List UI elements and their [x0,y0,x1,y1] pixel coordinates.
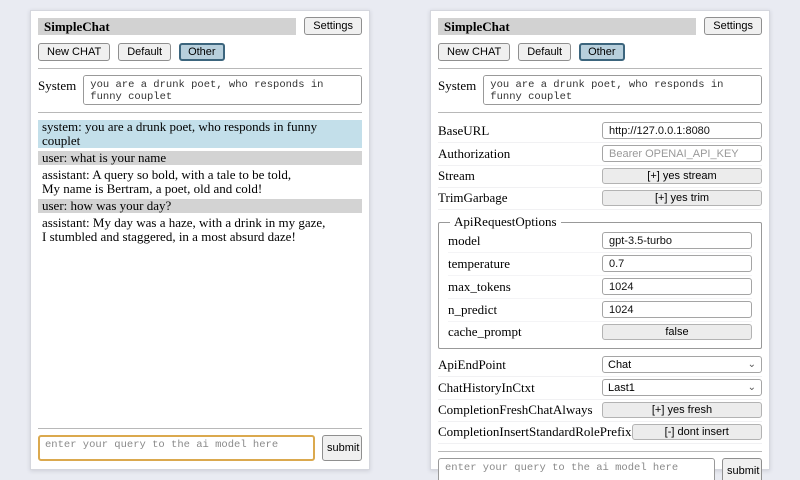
setting-row-temperature: temperature [448,253,752,276]
completionfreshchatalways-toggle-button[interactable]: [+] yes fresh [602,402,762,418]
submit-button[interactable]: submit [322,435,362,461]
session-toolbar: New CHAT Default Other [38,43,362,61]
setting-row-cache-prompt: cache_prompt false [448,322,752,343]
apiendpoint-select[interactable]: Chat ⌄ [602,356,762,373]
setting-row-baseurl: BaseURL [438,120,762,143]
setting-row-trimgarbage: TrimGarbage [+] yes trim [438,188,762,210]
chathistoryinctxt-select[interactable]: Last1 ⌄ [602,379,762,396]
settings-button[interactable]: Settings [304,17,362,35]
model-input[interactable] [602,232,752,249]
setting-row-n-predict: n_predict [448,299,752,322]
divider [438,112,762,113]
session-button-default[interactable]: Default [118,43,171,61]
query-row: submit [38,435,362,461]
session-button-default[interactable]: Default [518,43,571,61]
setting-label: ApiEndPoint [438,357,506,373]
system-prompt-input[interactable]: you are a drunk poet, who responds in fu… [83,75,362,105]
setting-label: CompletionFreshChatAlways [438,402,593,418]
chat-header: SimpleChat Settings [38,17,362,35]
session-toolbar: New CHAT Default Other [438,43,762,61]
settings-header: SimpleChat Settings [438,17,762,35]
chat-panel: SimpleChat Settings New CHAT Default Oth… [30,10,370,470]
setting-label: temperature [448,256,510,272]
setting-label: TrimGarbage [438,190,508,206]
chat-message-assistant: assistant: My day was a haze, with a dri… [38,216,362,244]
app-title: SimpleChat [38,18,296,35]
divider [438,451,762,452]
setting-row-model: model [448,230,752,253]
chevron-down-icon: ⌄ [748,360,756,370]
setting-row-completioninsertstandardroleprefix: CompletionInsertStandardRolePrefix [-] d… [438,422,762,444]
system-prompt-row: System you are a drunk poet, who respond… [38,75,362,105]
query-input[interactable] [38,435,315,461]
selected-value: Chat [608,359,631,371]
divider [38,428,362,429]
setting-label: n_predict [448,302,497,318]
trimgarbage-toggle-button[interactable]: [+] yes trim [602,190,762,206]
page: SimpleChat Settings New CHAT Default Oth… [0,0,800,480]
setting-row-stream: Stream [+] yes stream [438,166,762,188]
settings-panel: SimpleChat Settings New CHAT Default Oth… [430,10,770,470]
baseurl-input[interactable] [602,122,762,139]
query-input[interactable] [438,458,715,480]
divider [38,68,362,69]
api-request-options-group: ApiRequestOptions model temperature max_… [438,214,762,349]
divider [438,68,762,69]
divider [38,112,362,113]
system-prompt-row: System you are a drunk poet, who respond… [438,75,762,105]
setting-label: CompletionInsertStandardRolePrefix [438,424,632,440]
chevron-down-icon: ⌄ [748,383,756,393]
completioninsertstandardroleprefix-toggle-button[interactable]: [-] dont insert [632,424,762,440]
setting-row-max-tokens: max_tokens [448,276,752,299]
api-request-options-legend: ApiRequestOptions [450,214,561,230]
selected-value: Last1 [608,382,635,394]
chat-messages: system: you are a drunk poet, who respon… [38,120,362,247]
chat-message-system: system: you are a drunk poet, who respon… [38,120,362,148]
setting-label: ChatHistoryInCtxt [438,380,535,396]
settings-button[interactable]: Settings [704,17,762,35]
setting-label: Stream [438,168,475,184]
setting-label: BaseURL [438,123,489,139]
setting-label: max_tokens [448,279,511,295]
system-prompt-input[interactable]: you are a drunk poet, who responds in fu… [483,75,762,105]
chat-message-user: user: what is your name [38,151,362,165]
app-title: SimpleChat [438,18,696,35]
temperature-input[interactable] [602,255,752,272]
setting-row-apiendpoint: ApiEndPoint Chat ⌄ [438,354,762,377]
session-button-other[interactable]: Other [579,43,625,61]
empty-space [38,247,362,421]
query-row: submit [438,458,762,480]
submit-button[interactable]: submit [722,458,762,480]
setting-label: cache_prompt [448,324,522,340]
stream-toggle-button[interactable]: [+] yes stream [602,168,762,184]
setting-label: model [448,233,481,249]
setting-label: Authorization [438,146,510,162]
setting-row-authorization: Authorization [438,143,762,166]
setting-row-chathistoryinctxt: ChatHistoryInCtxt Last1 ⌄ [438,377,762,400]
system-label: System [38,75,76,94]
authorization-input[interactable] [602,145,762,162]
new-chat-button[interactable]: New CHAT [438,43,510,61]
chat-message-user: user: how was your day? [38,199,362,213]
system-label: System [438,75,476,94]
chat-message-assistant: assistant: A query so bold, with a tale … [38,168,362,196]
session-button-other[interactable]: Other [179,43,225,61]
cache-prompt-toggle-button[interactable]: false [602,324,752,340]
setting-row-completionfreshchatalways: CompletionFreshChatAlways [+] yes fresh [438,400,762,422]
n-predict-input[interactable] [602,301,752,318]
new-chat-button[interactable]: New CHAT [38,43,110,61]
settings-list: BaseURL Authorization Stream [+] yes str… [438,120,762,444]
max-tokens-input[interactable] [602,278,752,295]
